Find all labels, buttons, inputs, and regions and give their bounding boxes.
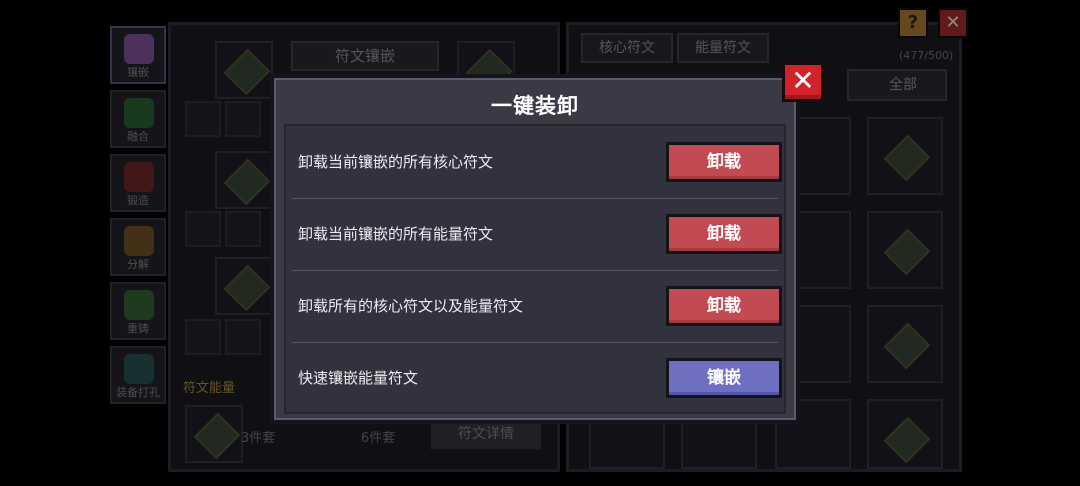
- unload-all-runes-button[interactable]: 卸载: [666, 286, 782, 326]
- option-label: 卸载当前镶嵌的所有核心符文: [298, 153, 494, 171]
- option-label: 卸载所有的核心符文以及能量符文: [298, 297, 524, 315]
- option-row: 卸载所有的核心符文以及能量符文 卸载: [286, 270, 784, 342]
- modal-title: 一键装卸: [491, 94, 579, 118]
- option-label: 快速镶嵌能量符文: [298, 369, 419, 387]
- quick-embed-energy-button[interactable]: 镶嵌: [666, 358, 782, 398]
- modal-body: 卸载当前镶嵌的所有核心符文 卸载 卸载当前镶嵌的所有能量符文 卸载 卸载所有的核…: [284, 124, 786, 414]
- one-click-equip-modal: 一键装卸 卸载当前镶嵌的所有核心符文 卸载 卸载当前镶嵌的所有能量符文 卸载 卸…: [270, 74, 800, 424]
- option-row: 卸载当前镶嵌的所有能量符文 卸载: [286, 198, 784, 270]
- option-label: 卸载当前镶嵌的所有能量符文: [298, 225, 494, 243]
- option-row: 卸载当前镶嵌的所有核心符文 卸载: [286, 126, 784, 198]
- unload-energy-runes-button[interactable]: 卸载: [666, 214, 782, 254]
- option-row: 快速镶嵌能量符文 镶嵌: [286, 342, 784, 414]
- unload-core-runes-button[interactable]: 卸载: [666, 142, 782, 182]
- modal-close-button[interactable]: ✕: [782, 62, 824, 102]
